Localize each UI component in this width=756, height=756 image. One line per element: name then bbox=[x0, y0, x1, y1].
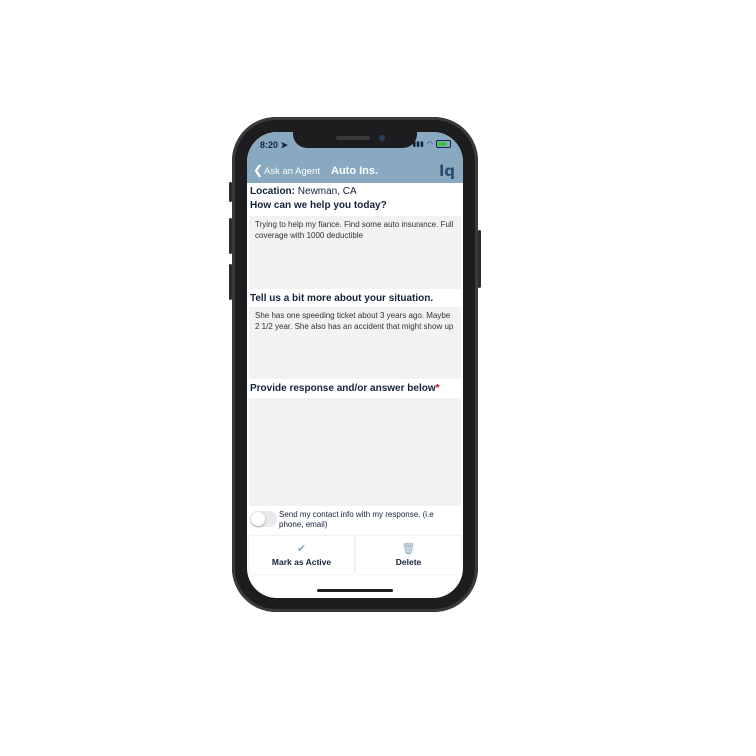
status-time: 8:20 ➤ bbox=[260, 140, 289, 150]
location-arrow-icon: ➤ bbox=[280, 140, 289, 150]
location-label: Location: bbox=[250, 186, 295, 197]
trash-icon: 🗑 bbox=[401, 543, 416, 555]
toggle-knob bbox=[251, 512, 265, 526]
phone-volume-up bbox=[229, 218, 232, 254]
mark-as-active-button[interactable]: ✔ Mark as Active bbox=[249, 536, 354, 574]
speaker-grille bbox=[336, 136, 370, 140]
phone-mute-switch bbox=[229, 182, 232, 202]
question-2-answer-box: She has one speeding ticket about 3 year… bbox=[249, 307, 461, 379]
question-1-label: How can we help you today? bbox=[250, 200, 387, 211]
question-2-label: Tell us a bit more about your situation. bbox=[250, 293, 434, 304]
delete-label: Delete bbox=[395, 557, 422, 567]
page-title: Auto Ins. bbox=[331, 165, 379, 177]
question-1-answer-box: Trying to help my fiance. Find some auto… bbox=[249, 216, 461, 289]
location-row: Location: Newman, CA bbox=[250, 186, 357, 197]
contact-info-toggle[interactable] bbox=[250, 511, 277, 527]
delete-button[interactable]: 🗑 Delete bbox=[356, 536, 461, 574]
back-button[interactable]: Ask an Agent bbox=[264, 166, 320, 177]
response-value bbox=[249, 398, 461, 406]
front-camera bbox=[379, 135, 385, 141]
phone-volume-down bbox=[229, 264, 232, 300]
response-label-text: Provide response and/or answer below bbox=[250, 383, 436, 394]
required-mark: * bbox=[435, 383, 440, 394]
response-input[interactable] bbox=[249, 398, 461, 506]
question-1-answer: Trying to help my fiance. Find some auto… bbox=[255, 220, 454, 240]
location-value: Newman, CA bbox=[297, 186, 357, 197]
phone-power-button bbox=[478, 230, 481, 288]
phone-screen: 8:20 ➤ ▮▮▮ ◠ ❮ Ask an Agent Auto Ins. lq… bbox=[247, 132, 463, 598]
chevron-left-icon[interactable]: ❮ bbox=[253, 163, 263, 177]
mark-as-active-label: Mark as Active bbox=[271, 557, 332, 567]
app-logo: lq bbox=[439, 162, 455, 180]
question-2-answer: She has one speeding ticket about 3 year… bbox=[255, 311, 454, 331]
contact-info-toggle-label: Send my contact info with my response. (… bbox=[279, 510, 434, 529]
response-label: Provide response and/or answer below* bbox=[250, 383, 440, 394]
status-icons: ▮▮▮ ◠ bbox=[412, 140, 451, 148]
phone-notch bbox=[293, 132, 417, 148]
navigation-bar: ❮ Ask an Agent Auto Ins. lq bbox=[247, 158, 463, 183]
battery-icon bbox=[436, 140, 451, 148]
check-badge-icon: ✔ bbox=[296, 543, 307, 555]
action-bar: ✔ Mark as Active 🗑 Delete bbox=[249, 536, 461, 574]
wifi-icon: ◠ bbox=[426, 141, 433, 148]
home-indicator[interactable] bbox=[317, 589, 393, 592]
